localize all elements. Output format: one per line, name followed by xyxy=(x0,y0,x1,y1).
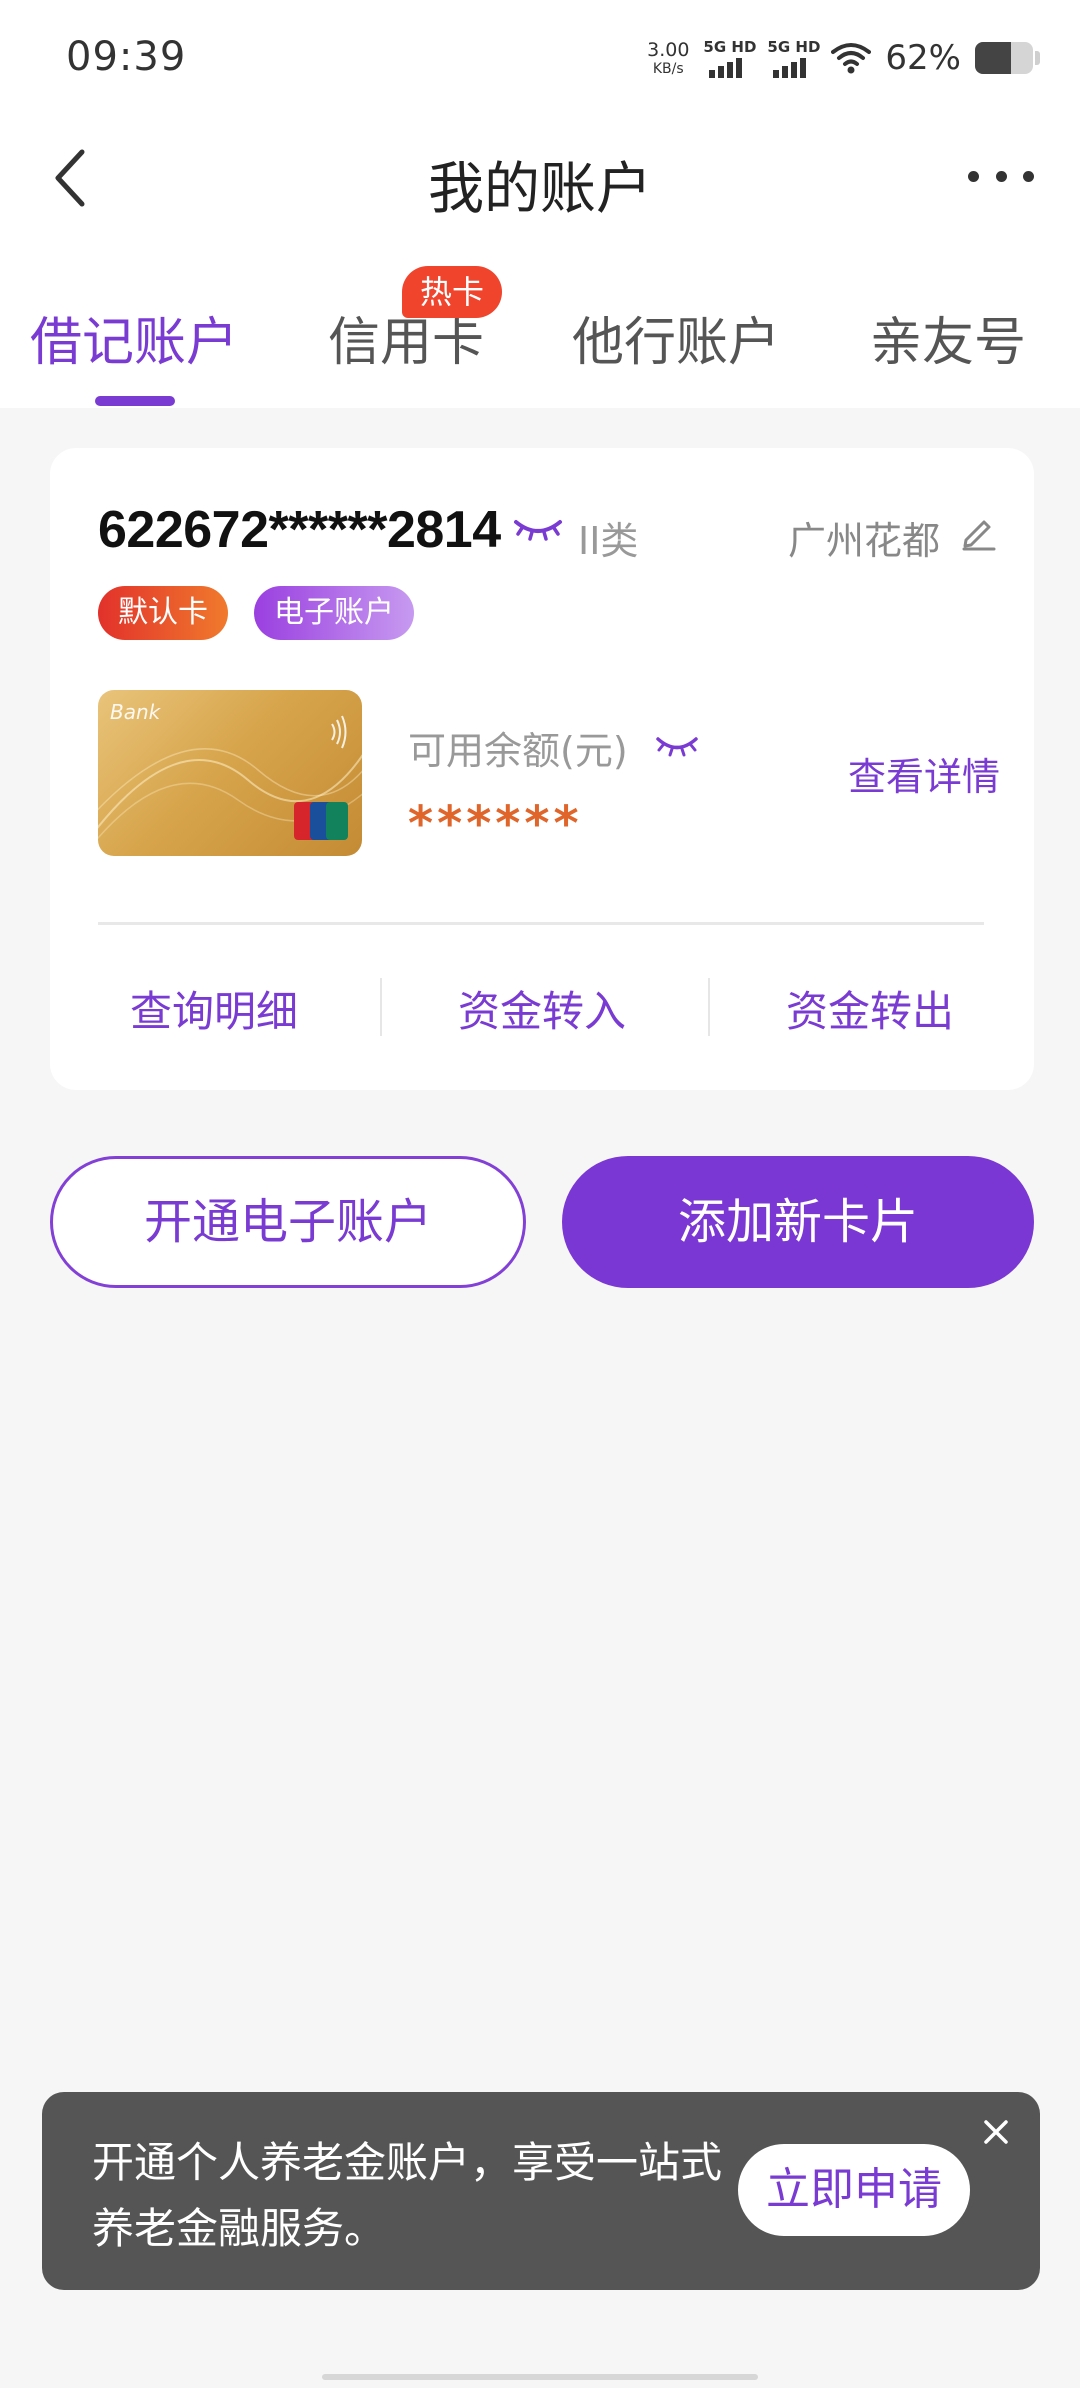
divider xyxy=(98,922,984,925)
pension-promo-banner: 开通个人养老金账户，享受一站式养老金融服务。 立即申请 xyxy=(42,2092,1040,2290)
status-bar: 09:39 3.00 KB/s 5G HD 5G HD 62% xyxy=(0,0,1080,118)
page-title: 我的账户 xyxy=(428,157,652,222)
app-header: 我的账户 xyxy=(0,118,1080,238)
network-speed-unit: KB/s xyxy=(652,60,684,77)
account-class: II类 xyxy=(578,519,639,563)
query-details-button[interactable]: 查询明细 xyxy=(50,978,378,1039)
more-dots-icon xyxy=(1023,170,1034,182)
add-card-button[interactable]: 添加新卡片 xyxy=(562,1156,1034,1288)
balance-label: 可用余额(元) xyxy=(408,729,628,773)
open-e-account-button[interactable]: 开通电子账户 xyxy=(50,1156,526,1288)
balance-value: ****** xyxy=(408,796,583,852)
account-location[interactable]: 广州花都 xyxy=(788,510,940,565)
view-details-link[interactable]: 查看详情 xyxy=(848,746,1000,801)
transfer-in-button[interactable]: 资金转入 xyxy=(378,978,706,1039)
transfer-out-button[interactable]: 资金转出 xyxy=(706,978,1034,1039)
network-speed: 3.00 KB/s xyxy=(647,38,690,77)
promo-text: 开通个人养老金账户，享受一站式养老金融服务。 xyxy=(92,2138,723,2253)
tab-debit-account[interactable]: 借记账户 xyxy=(30,300,238,375)
edit-icon[interactable] xyxy=(958,512,998,552)
more-button[interactable] xyxy=(968,156,1034,196)
status-icons: 3.00 KB/s 5G HD 5G HD 62% xyxy=(647,34,1040,82)
wifi-icon xyxy=(831,43,872,74)
signal-label: 5G HD xyxy=(767,38,821,56)
signal-icon: 5G HD xyxy=(767,38,821,78)
bank-card-image: Bank xyxy=(98,690,362,856)
account-tabs: 借记账户 信用卡 热卡 他行账户 亲友号 xyxy=(0,238,1080,408)
hot-card-badge: 热卡 xyxy=(402,266,503,318)
active-tab-indicator xyxy=(95,396,175,406)
network-speed-value: 3.00 xyxy=(647,38,690,61)
home-indicator[interactable] xyxy=(322,2374,758,2380)
close-icon[interactable] xyxy=(978,2114,1014,2150)
default-card-tag: 默认卡 xyxy=(98,586,228,640)
tab-family-account[interactable]: 亲友号 xyxy=(870,300,1026,375)
more-dots-icon xyxy=(968,170,979,182)
battery-percent: 62% xyxy=(885,38,961,78)
eye-closed-icon[interactable] xyxy=(654,732,700,760)
eye-closed-icon[interactable] xyxy=(512,514,564,544)
more-dots-icon xyxy=(995,170,1007,182)
signal-icon: 5G HD xyxy=(703,38,757,78)
battery-cap xyxy=(1035,51,1040,65)
e-account-tag: 电子账户 xyxy=(254,586,414,640)
account-card: 622672******2814 II类 广州花都 默认卡 电子账户 Bank … xyxy=(50,448,1034,1090)
battery-icon xyxy=(975,42,1033,74)
signal-label: 5G HD xyxy=(703,38,757,56)
card-brand-logo: Bank xyxy=(110,700,161,724)
status-time: 09:39 xyxy=(66,34,187,80)
tab-other-bank-account[interactable]: 他行账户 xyxy=(572,300,780,375)
account-number: 622672******2814 xyxy=(98,501,501,559)
apply-now-button[interactable]: 立即申请 xyxy=(738,2144,970,2236)
